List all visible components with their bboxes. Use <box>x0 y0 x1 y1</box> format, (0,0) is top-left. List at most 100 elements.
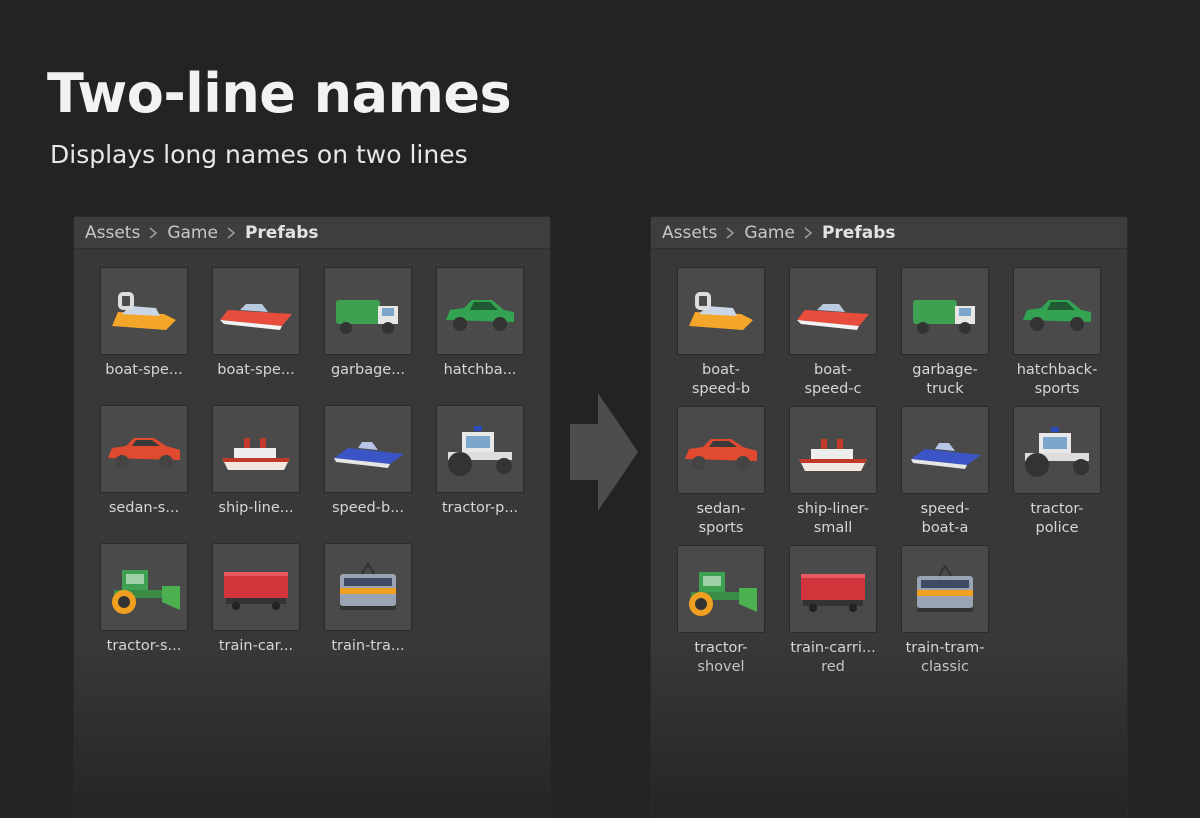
speedboat-icon <box>797 304 869 330</box>
asset-tile[interactable]: tractor-s... <box>100 543 188 656</box>
asset-tile[interactable]: boat-spe... <box>212 267 300 380</box>
ship-liner-icon <box>222 438 290 470</box>
ship-liner-icon <box>799 439 867 471</box>
asset-tile[interactable]: garbage... <box>324 267 412 380</box>
asset-tile[interactable]: train-carri... red <box>789 545 877 677</box>
garbage-truck-icon <box>336 300 398 334</box>
asset-label-line2: speed-c <box>804 381 862 397</box>
asset-thumbnail[interactable] <box>901 406 989 494</box>
asset-tile[interactable]: hatchback-sports <box>1013 267 1101 399</box>
asset-thumbnail[interactable] <box>901 267 989 355</box>
asset-tile[interactable]: tractor-police <box>1013 406 1101 538</box>
asset-thumbnail[interactable] <box>324 267 412 355</box>
asset-thumbnail[interactable] <box>100 267 188 355</box>
asset-tile[interactable]: ship-line... <box>212 405 300 518</box>
asset-tile[interactable]: speed-boat-a <box>901 406 989 538</box>
asset-thumbnail[interactable] <box>436 405 524 493</box>
asset-label-line2: small <box>813 520 853 536</box>
asset-tile[interactable]: train-car... <box>212 543 300 656</box>
asset-thumbnail[interactable] <box>212 267 300 355</box>
asset-tile[interactable]: speed-b... <box>324 405 412 518</box>
tram-icon <box>917 564 973 612</box>
asset-label-line1: ship-liner- <box>797 501 869 517</box>
asset-label-line2: sports <box>1034 381 1080 397</box>
asset-label-line1: boat- <box>702 362 740 378</box>
asset-label: tractor-police <box>1001 500 1113 538</box>
asset-label: sedan-sports <box>665 500 777 538</box>
police-tractor-icon <box>1025 427 1089 477</box>
asset-tile[interactable]: train-tra... <box>324 543 412 656</box>
asset-thumbnail[interactable] <box>901 545 989 633</box>
asset-label: speed-boat-a <box>889 500 1001 538</box>
hatchback-car-icon <box>446 300 514 331</box>
page-title: Two-line names <box>47 62 512 125</box>
asset-thumbnail[interactable] <box>1013 267 1101 355</box>
asset-label-line1: boat- <box>814 362 852 378</box>
asset-thumbnail[interactable] <box>436 267 524 355</box>
asset-label: hatchba... <box>443 362 517 378</box>
asset-thumbnail[interactable] <box>324 543 412 631</box>
asset-tile[interactable]: train-tram-classic <box>901 545 989 677</box>
asset-label-line1: tractor- <box>1030 501 1084 517</box>
asset-label: garbage... <box>330 362 406 378</box>
asset-label-line1: tractor- <box>694 640 748 656</box>
shovel-tractor-icon <box>112 570 180 614</box>
asset-thumbnail[interactable] <box>1013 406 1101 494</box>
breadcrumb-game[interactable]: Game <box>167 223 218 243</box>
asset-thumbnail[interactable] <box>789 406 877 494</box>
breadcrumb-game[interactable]: Game <box>744 223 795 243</box>
chevron-right-icon <box>227 226 236 239</box>
asset-label-line2: speed-b <box>691 381 751 397</box>
asset-tile[interactable]: tractor-p... <box>436 405 524 518</box>
garbage-truck-icon <box>913 300 975 334</box>
asset-tile[interactable]: hatchba... <box>436 267 524 380</box>
asset-tile[interactable]: ship-liner-small <box>789 406 877 538</box>
asset-tile[interactable]: garbage-truck <box>901 267 989 399</box>
asset-thumbnail[interactable] <box>324 405 412 493</box>
asset-thumbnail[interactable] <box>212 543 300 631</box>
asset-label-line1: train-tram- <box>905 640 985 656</box>
jet-boat-icon <box>911 443 981 469</box>
asset-label: speed-b... <box>331 500 405 516</box>
asset-thumbnail[interactable] <box>100 543 188 631</box>
asset-tile[interactable]: boat-speed-b <box>677 267 765 399</box>
asset-label-line2: classic <box>921 659 969 675</box>
asset-thumbnail[interactable] <box>100 405 188 493</box>
asset-tile[interactable]: boat-speed-c <box>789 267 877 399</box>
asset-thumbnail[interactable] <box>789 267 877 355</box>
asset-label: sedan-s... <box>108 500 180 516</box>
jet-boat-icon <box>334 442 404 468</box>
arrow-right-icon <box>570 393 638 511</box>
asset-thumbnail[interactable] <box>212 405 300 493</box>
asset-label-line2: boat-a <box>921 520 969 536</box>
asset-tile[interactable]: tractor-shovel <box>677 545 765 677</box>
sedan-car-icon <box>685 439 757 470</box>
chevron-right-icon <box>804 226 813 239</box>
tram-icon <box>340 562 396 610</box>
train-carriage-icon <box>224 572 288 610</box>
asset-label: ship-line... <box>218 500 294 516</box>
asset-label-line2: truck <box>926 381 964 397</box>
asset-thumbnail[interactable] <box>677 545 765 633</box>
asset-tile[interactable]: boat-spe... <box>100 267 188 380</box>
asset-label-line2: red <box>821 659 845 675</box>
asset-thumbnail[interactable] <box>677 267 765 355</box>
hovercraft-boat-icon <box>112 292 176 330</box>
breadcrumb-prefabs[interactable]: Prefabs <box>245 223 319 243</box>
asset-label: train-car... <box>218 638 294 654</box>
breadcrumb-prefabs[interactable]: Prefabs <box>822 223 896 243</box>
asset-thumbnail[interactable] <box>789 545 877 633</box>
asset-label-line2: sports <box>698 520 744 536</box>
asset-label: hatchback-sports <box>1001 361 1113 399</box>
speedboat-icon <box>220 304 292 330</box>
asset-label-line1: garbage- <box>912 362 978 378</box>
asset-tile[interactable]: sedan-sports <box>677 406 765 538</box>
breadcrumb: Assets Game Prefabs <box>651 217 1127 249</box>
breadcrumb-assets[interactable]: Assets <box>85 223 140 243</box>
chevron-right-icon <box>726 226 735 239</box>
asset-thumbnail[interactable] <box>677 406 765 494</box>
asset-tile[interactable]: sedan-s... <box>100 405 188 518</box>
page-subtitle: Displays long names on two lines <box>50 140 468 169</box>
hovercraft-boat-icon <box>689 292 753 330</box>
breadcrumb-assets[interactable]: Assets <box>662 223 717 243</box>
